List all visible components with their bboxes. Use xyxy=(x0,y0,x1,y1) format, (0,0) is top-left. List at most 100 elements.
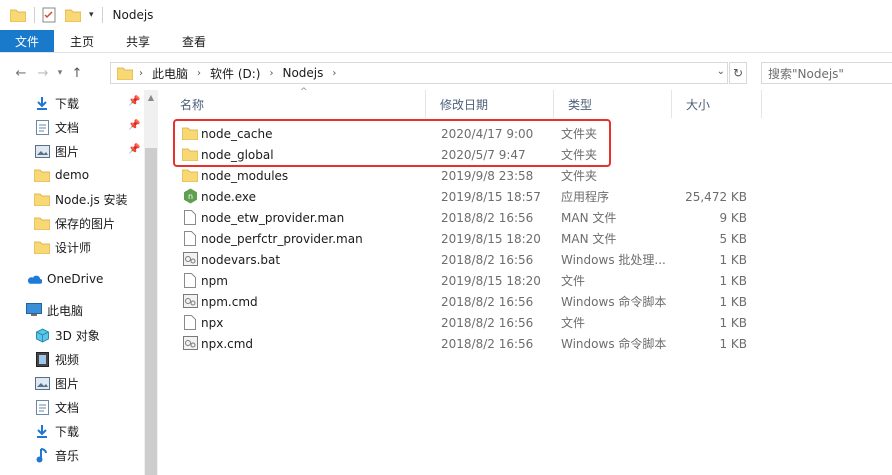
file-size: 9 KB xyxy=(719,210,747,225)
breadcrumb-this-pc[interactable]: 此电脑 xyxy=(152,65,188,82)
scroll-up-arrow-icon[interactable]: ▲ xyxy=(144,90,158,104)
breadcrumb-chevron-icon[interactable]: › xyxy=(269,68,273,79)
column-name[interactable]: 名称 xyxy=(166,90,426,118)
file-name: node_etw_provider.man xyxy=(201,210,345,225)
file-type: MAN 文件 xyxy=(561,232,617,246)
folder-icon xyxy=(34,215,50,231)
tab-file[interactable]: 文件 xyxy=(0,30,55,52)
file-size: 25,472 KB xyxy=(685,189,747,204)
nav-item-label: Node.js 安装 xyxy=(55,192,128,207)
breadcrumb-chevron-icon[interactable]: › xyxy=(197,68,201,79)
file-date: 2018/8/2 16:56 xyxy=(441,210,534,225)
back-arrow-icon[interactable]: ← xyxy=(10,62,32,84)
tab-home[interactable]: 主页 xyxy=(54,30,110,52)
file-row[interactable]: npx 2018/8/2 16:56 文件 1 KB xyxy=(166,312,892,333)
folder-icon xyxy=(34,167,50,183)
file-type: 文件 xyxy=(561,316,586,330)
file-row[interactable]: n node.exe 2019/8/15 18:57 应用程序 25,472 K… xyxy=(166,186,892,207)
file-date: 2018/8/2 16:56 xyxy=(441,252,534,267)
breadcrumb-drive-d[interactable]: 软件 (D:) xyxy=(210,65,260,82)
navigation-pane: 下载 📌 文档 📌 图片 📌 demo Node.js 安装 保存的图片 设计师… xyxy=(0,90,158,475)
breadcrumb-chevron-icon[interactable]: › xyxy=(332,68,336,79)
folder-icon xyxy=(34,191,50,207)
folder-icon xyxy=(10,7,26,23)
forward-arrow-icon[interactable]: → xyxy=(32,62,54,84)
tab-view[interactable]: 查看 xyxy=(166,30,222,52)
file-name: npx xyxy=(201,315,224,330)
file-icon xyxy=(182,230,198,246)
nav-item-pc-documents[interactable]: 文档 xyxy=(34,395,79,419)
file-date: 2018/8/2 16:56 xyxy=(441,294,534,309)
nav-item-label: 图片 xyxy=(55,144,80,159)
nav-item-pc-downloads[interactable]: 下载 xyxy=(34,419,79,443)
nav-item-documents[interactable]: 文档 xyxy=(34,115,79,139)
nav-item-pictures[interactable]: 图片 xyxy=(34,139,79,163)
nav-item-downloads[interactable]: 下载 xyxy=(34,91,79,115)
file-icon xyxy=(182,272,198,288)
breadcrumb-chevron-icon[interactable]: › xyxy=(139,68,143,79)
nav-item-nodejs-install[interactable]: Node.js 安装 xyxy=(34,187,128,211)
column-headers: ^ 名称 修改日期 类型 大小 xyxy=(166,87,892,118)
nav-item-this-pc[interactable]: 此电脑 xyxy=(26,298,83,322)
file-type: Windows 命令脚本 xyxy=(561,295,667,309)
scroll-thumb[interactable] xyxy=(145,148,157,475)
file-size: 1 KB xyxy=(719,294,747,309)
folder-icon xyxy=(34,239,50,255)
column-type[interactable]: 类型 xyxy=(554,90,672,118)
nav-item-demo[interactable]: demo xyxy=(34,163,89,187)
nav-item-label: 保存的图片 xyxy=(55,216,116,231)
nav-item-pc-pictures[interactable]: 图片 xyxy=(34,371,79,395)
nav-item-saved-pictures[interactable]: 保存的图片 xyxy=(34,211,115,235)
file-row[interactable]: node_etw_provider.man 2018/8/2 16:56 MAN… xyxy=(166,207,892,228)
picture-icon xyxy=(34,143,50,159)
file-row[interactable]: node_modules 2019/9/8 23:58 文件夹 xyxy=(166,165,892,186)
window-title: Nodejs xyxy=(112,8,154,22)
file-date: 2019/8/15 18:20 xyxy=(441,231,541,246)
address-bar[interactable]: › 此电脑 › 软件 (D:) › Nodejs › ⌄ xyxy=(110,62,728,84)
search-input[interactable]: 搜索"Nodejs" xyxy=(761,62,892,84)
batch-file-icon xyxy=(182,293,198,309)
folder-icon xyxy=(117,65,133,81)
address-dropdown-icon[interactable]: ⌄ xyxy=(717,66,725,77)
nav-item-label: demo xyxy=(55,168,90,182)
file-type: Windows 命令脚本 xyxy=(561,337,667,351)
pin-icon[interactable]: 📌 xyxy=(128,120,140,131)
column-date[interactable]: 修改日期 xyxy=(426,90,554,118)
file-row[interactable]: npm.cmd 2018/8/2 16:56 Windows 命令脚本 1 KB xyxy=(166,291,892,312)
file-name: node_perfctr_provider.man xyxy=(201,231,363,246)
up-arrow-icon[interactable]: ↑ xyxy=(66,62,88,84)
refresh-icon[interactable]: ↻ xyxy=(729,62,747,84)
nav-item-onedrive[interactable]: OneDrive xyxy=(26,267,103,291)
cloud-icon xyxy=(26,271,42,287)
nav-scrollbar[interactable]: ▲ xyxy=(144,90,158,475)
folder-icon xyxy=(182,167,198,183)
properties-icon[interactable] xyxy=(41,7,57,23)
new-folder-icon[interactable] xyxy=(65,7,81,23)
file-size: 5 KB xyxy=(719,231,747,246)
file-row[interactable]: npm 2019/8/15 18:20 文件 1 KB xyxy=(166,270,892,291)
download-icon xyxy=(34,423,50,439)
address-row: ← → ▾ ↑ › 此电脑 › 软件 (D:) › Nodejs › ⌄ ↻ 搜… xyxy=(0,60,892,86)
nav-item-3d-objects[interactable]: 3D 对象 xyxy=(34,323,100,347)
file-date: 2019/9/8 23:58 xyxy=(441,168,534,183)
file-name: npm xyxy=(201,273,228,288)
file-row[interactable]: node_perfctr_provider.man 2019/8/15 18:2… xyxy=(166,228,892,249)
nav-item-label: 设计师 xyxy=(55,240,92,255)
column-size[interactable]: 大小 xyxy=(672,90,762,118)
nav-item-designer[interactable]: 设计师 xyxy=(34,235,91,259)
nav-item-label: 下载 xyxy=(55,424,80,439)
breadcrumb-nodejs[interactable]: Nodejs xyxy=(282,66,323,80)
file-row[interactable]: npx.cmd 2018/8/2 16:56 Windows 命令脚本 1 KB xyxy=(166,333,892,354)
nav-item-videos[interactable]: 视频 xyxy=(34,347,79,371)
recent-locations-dropdown-icon[interactable]: ▾ xyxy=(54,62,66,84)
nav-item-music[interactable]: 音乐 xyxy=(34,443,79,467)
highlight-annotation-box xyxy=(173,119,611,167)
file-date: 2018/8/2 16:56 xyxy=(441,336,534,351)
pin-icon[interactable]: 📌 xyxy=(128,144,140,155)
tab-share[interactable]: 共享 xyxy=(110,30,166,52)
computer-icon xyxy=(26,302,42,318)
file-name: npm.cmd xyxy=(201,294,258,309)
pin-icon[interactable]: 📌 xyxy=(128,96,140,107)
quick-access-dropdown-icon[interactable]: ▾ xyxy=(89,10,94,20)
file-row[interactable]: nodevars.bat 2018/8/2 16:56 Windows 批处理.… xyxy=(166,249,892,270)
